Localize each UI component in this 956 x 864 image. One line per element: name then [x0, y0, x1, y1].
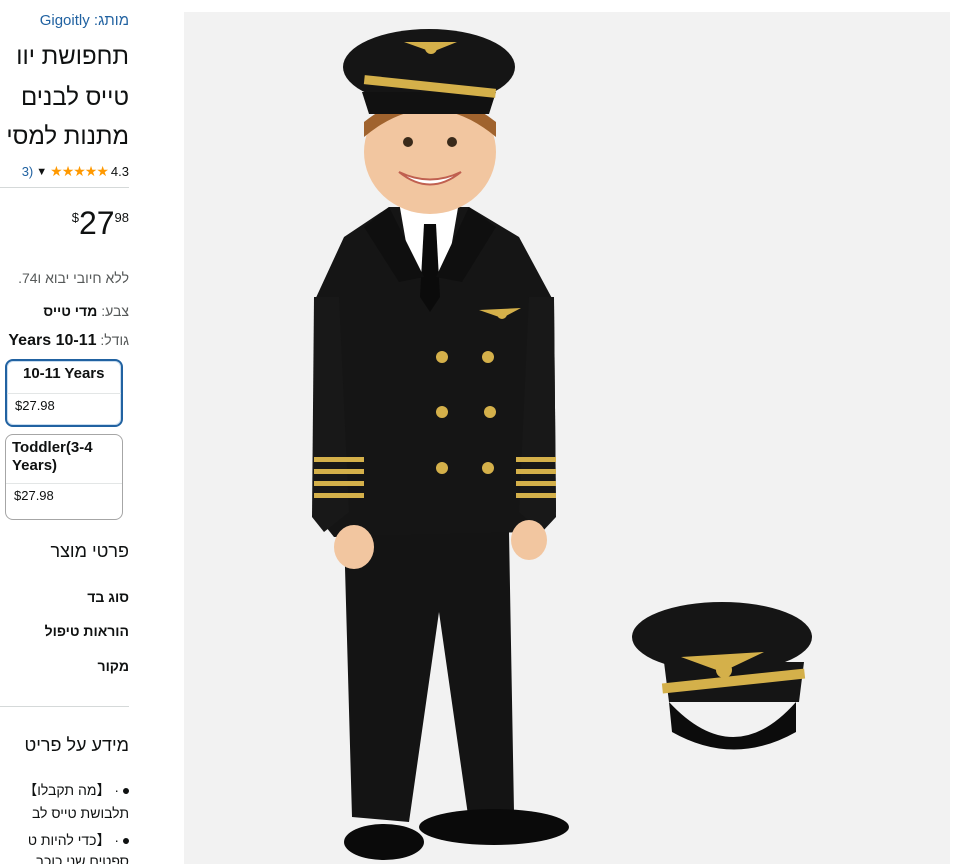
product-main-image[interactable] — [184, 12, 950, 864]
rating-summary[interactable]: 4.3 ★★★★★ ▼ (3 — [22, 163, 129, 180]
product-title-line-2: טייס לבנים — [20, 84, 129, 111]
size-selection: גודל: 10-11 Years — [8, 332, 129, 350]
bullet-text: · 【כדי להיות ט — [27, 832, 119, 848]
bullet-dot-icon — [123, 788, 129, 795]
size-option-label: 10-11 Years — [23, 365, 105, 382]
bullet-dot-icon — [123, 838, 129, 845]
size-option-price: $27.98 — [14, 488, 54, 503]
color-selection: צבע: מדי טייס — [43, 303, 129, 319]
about-bullet-1: · 【מה תקבלו】 — [23, 780, 129, 800]
size-option-10-11-years[interactable]: 10-11 Years $27.98 — [5, 359, 123, 427]
color-label: צבע: — [101, 303, 129, 319]
size-value: 10-11 Years — [8, 332, 97, 349]
about-bullet-2-cont: ספטים שני כוכב — [35, 853, 129, 864]
price-whole: 27 — [78, 205, 115, 241]
price: $ 27 98 — [72, 204, 129, 242]
rating-value: 4.3 — [110, 164, 129, 179]
size-option-price: $27.98 — [15, 398, 55, 413]
brand-link[interactable]: מותג: Gigoitly — [40, 12, 129, 29]
detail-row-fabric: סוג בד — [87, 589, 129, 605]
product-info-column: מותג: Gigoitly תחפושת יוו טייס לבנים מתנ… — [0, 0, 130, 864]
color-value: מדי טייס — [43, 303, 98, 319]
product-details-heading: פרטי מוצר — [50, 541, 130, 561]
about-item-heading: מידע על פריט — [24, 735, 129, 755]
divider — [0, 706, 129, 707]
pilot-costume-image — [184, 12, 950, 864]
size-label: גודל: — [100, 332, 129, 348]
product-title-line-3: מתנות למסי — [6, 123, 129, 150]
price-fraction: 98 — [114, 210, 129, 225]
price-symbol: $ — [71, 210, 79, 225]
detail-row-care: הוראות טיפול — [44, 623, 129, 639]
chevron-down-icon[interactable]: ▼ — [36, 166, 47, 178]
size-option-toddler[interactable]: Toddler(3-4 Years) $27.98 — [5, 434, 123, 520]
product-title-line-1: תחפושת יוו — [16, 43, 129, 70]
rating-count-link[interactable]: (3 — [22, 164, 34, 179]
import-fees-note: ללא חיובי יבוא ו74. — [18, 270, 129, 286]
divider — [0, 187, 129, 188]
bullet-text: · 【מה תקבלו】 — [23, 782, 119, 798]
detail-row-origin: מקור — [97, 658, 129, 674]
star-rating-icon: ★★★★★ — [50, 163, 109, 179]
about-bullet-2: · 【כדי להיות ט — [28, 830, 129, 850]
about-bullet-1-cont: תלבושת טייס לב — [31, 805, 129, 821]
size-option-label: Toddler(3-4 Years) — [12, 439, 93, 474]
